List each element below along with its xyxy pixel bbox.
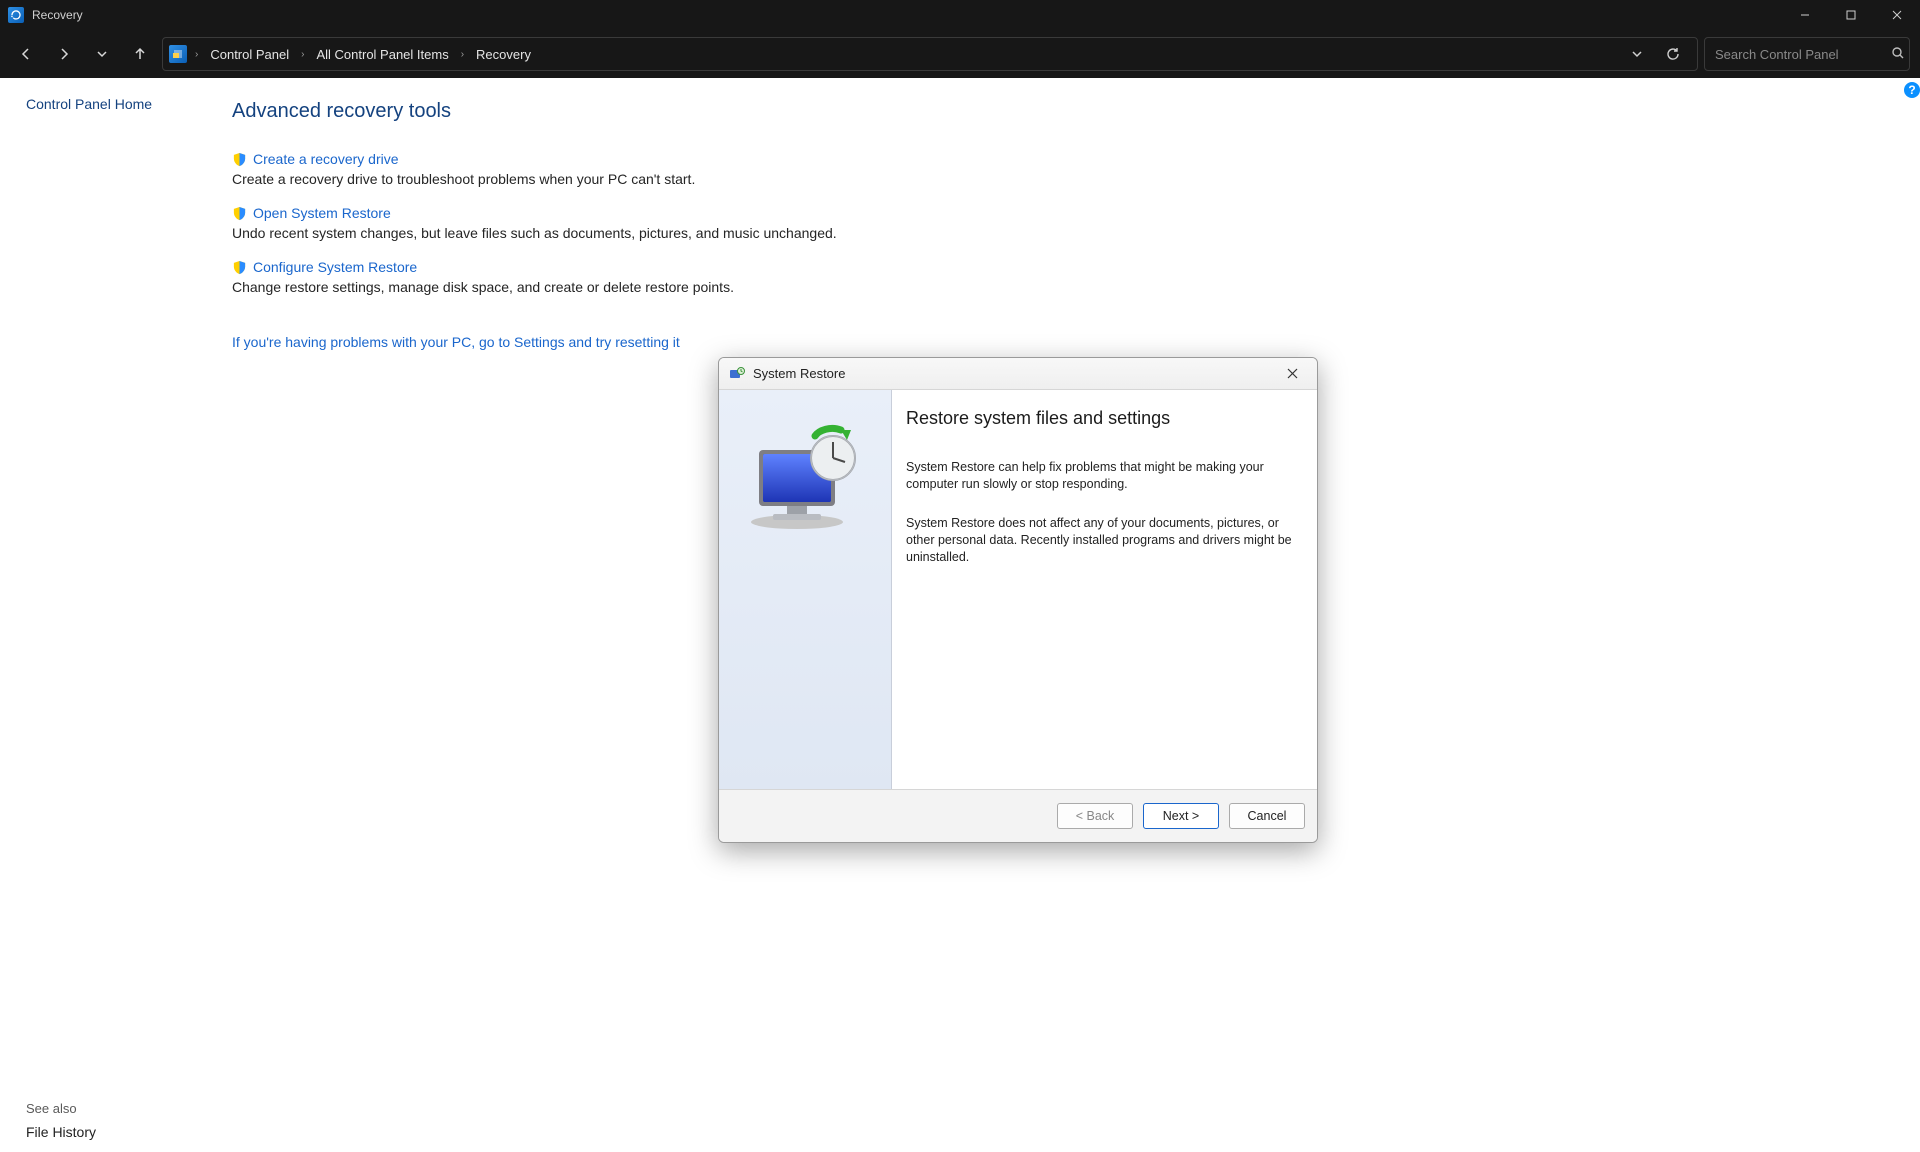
dialog-paragraph: System Restore can help fix problems tha… bbox=[906, 459, 1297, 493]
breadcrumb-all-items[interactable]: All Control Panel Items bbox=[312, 47, 452, 62]
chevron-right-icon: › bbox=[299, 49, 306, 60]
dialog-titlebar[interactable]: System Restore bbox=[719, 358, 1317, 390]
help-label: ? bbox=[1908, 83, 1915, 97]
back-button[interactable]: < Back bbox=[1057, 803, 1133, 829]
recovery-icon bbox=[8, 7, 24, 23]
dialog-close-button[interactable] bbox=[1275, 361, 1309, 387]
refresh-button[interactable] bbox=[1659, 40, 1687, 68]
tool-description: Undo recent system changes, but leave fi… bbox=[232, 225, 1890, 241]
create-recovery-drive-link[interactable]: Create a recovery drive bbox=[253, 151, 399, 167]
tool-description: Change restore settings, manage disk spa… bbox=[232, 279, 1890, 295]
tool-open-system-restore: Open System Restore Undo recent system c… bbox=[232, 205, 1890, 241]
chevron-right-icon: › bbox=[193, 49, 200, 60]
control-panel-icon bbox=[169, 45, 187, 63]
close-button[interactable] bbox=[1874, 0, 1920, 30]
cancel-button[interactable]: Cancel bbox=[1229, 803, 1305, 829]
see-also-label: See also bbox=[26, 1101, 222, 1116]
shield-icon bbox=[232, 206, 247, 221]
open-system-restore-link[interactable]: Open System Restore bbox=[253, 205, 391, 221]
reset-pc-link[interactable]: If you're having problems with your PC, … bbox=[232, 334, 680, 350]
address-bar[interactable]: › Control Panel › All Control Panel Item… bbox=[162, 37, 1698, 71]
control-panel-home-link[interactable]: Control Panel Home bbox=[26, 96, 152, 112]
system-restore-dialog: System Restore bbox=[718, 357, 1318, 843]
left-column: Control Panel Home See also File History bbox=[0, 78, 230, 1152]
dialog-left-panel bbox=[719, 390, 892, 789]
search-icon bbox=[1891, 46, 1905, 63]
system-restore-illustration-icon bbox=[745, 424, 865, 534]
dialog-title: System Restore bbox=[753, 366, 845, 381]
window-title: Recovery bbox=[32, 8, 83, 22]
breadcrumb-recovery[interactable]: Recovery bbox=[472, 47, 535, 62]
forward-button[interactable] bbox=[48, 38, 80, 70]
up-button[interactable] bbox=[124, 38, 156, 70]
tool-configure-system-restore: Configure System Restore Change restore … bbox=[232, 259, 1890, 295]
breadcrumb-control-panel[interactable]: Control Panel bbox=[206, 47, 293, 62]
window-titlebar: Recovery bbox=[0, 0, 1920, 30]
search-box[interactable] bbox=[1704, 37, 1910, 71]
shield-icon bbox=[232, 260, 247, 275]
dialog-footer: < Back Next > Cancel bbox=[719, 790, 1317, 842]
tool-create-recovery-drive: Create a recovery drive Create a recover… bbox=[232, 151, 1890, 187]
shield-icon bbox=[232, 152, 247, 167]
next-button[interactable]: Next > bbox=[1143, 803, 1219, 829]
dialog-heading: Restore system files and settings bbox=[906, 408, 1297, 429]
system-restore-icon bbox=[729, 366, 745, 382]
help-button[interactable]: ? bbox=[1904, 82, 1920, 98]
navigation-bar: › Control Panel › All Control Panel Item… bbox=[0, 30, 1920, 78]
recent-locations-button[interactable] bbox=[86, 38, 118, 70]
minimize-button[interactable] bbox=[1782, 0, 1828, 30]
search-input[interactable] bbox=[1715, 47, 1891, 62]
back-button[interactable] bbox=[10, 38, 42, 70]
dialog-paragraph: System Restore does not affect any of yo… bbox=[906, 515, 1297, 566]
maximize-button[interactable] bbox=[1828, 0, 1874, 30]
tool-description: Create a recovery drive to troubleshoot … bbox=[232, 171, 1890, 187]
chevron-right-icon: › bbox=[459, 49, 466, 60]
configure-system-restore-link[interactable]: Configure System Restore bbox=[253, 259, 417, 275]
file-history-link[interactable]: File History bbox=[26, 1124, 96, 1140]
dropdown-button[interactable] bbox=[1623, 40, 1651, 68]
dialog-right-panel: Restore system files and settings System… bbox=[892, 390, 1317, 789]
dialog-body: Restore system files and settings System… bbox=[719, 390, 1317, 790]
page-heading: Advanced recovery tools bbox=[232, 100, 1890, 123]
content-area: ? Control Panel Home See also File Histo… bbox=[0, 78, 1920, 1152]
